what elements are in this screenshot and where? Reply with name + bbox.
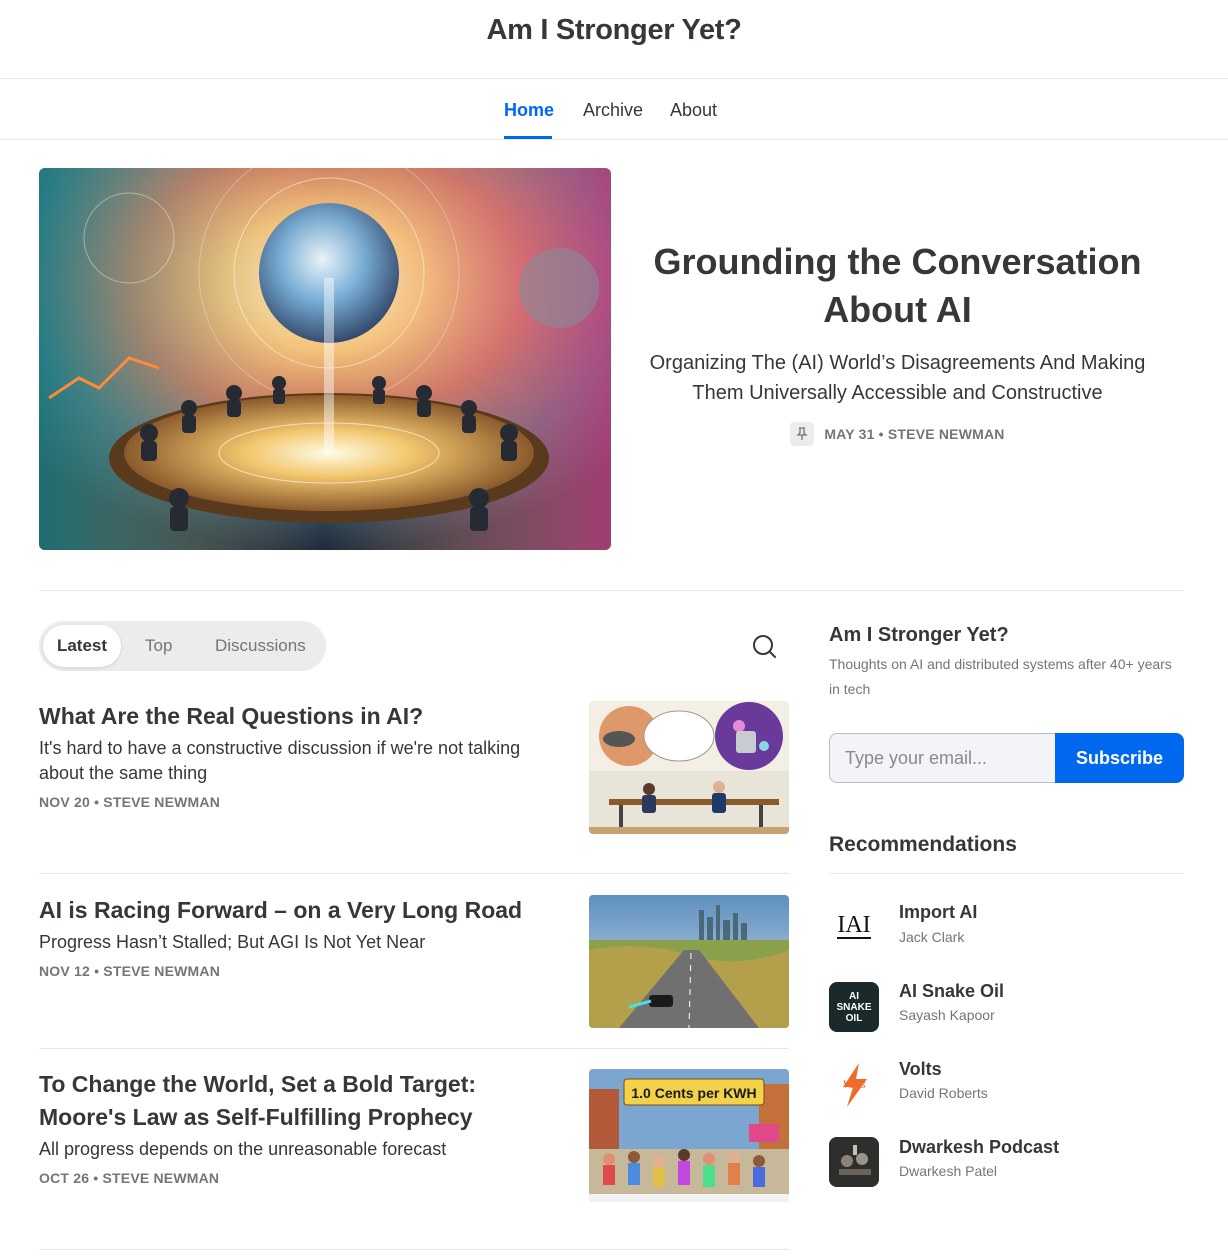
post-subtitle: All progress depends on the unreasonable… <box>39 1139 447 1159</box>
import-ai-logo: IAI <box>829 901 879 951</box>
featured-post-meta: MAY 31 • STEVE NEWMAN <box>640 422 1155 446</box>
nav-active-indicator <box>504 136 552 139</box>
sidebar-description: Thoughts on AI and distributed systems a… <box>829 656 1172 697</box>
section-divider <box>39 590 1184 591</box>
sidebar: Am I Stronger Yet? Thoughts on AI and di… <box>829 620 1184 1187</box>
ai-snake-oil-logo: AI SNAKE OIL <box>829 982 879 1032</box>
post-divider <box>39 873 789 874</box>
post-divider <box>39 1048 789 1049</box>
post-subtitle: Progress Hasn’t Stalled; But AGI Is Not … <box>39 932 426 952</box>
post-thumbnail[interactable] <box>589 895 789 1028</box>
ai-snake-oil-logo-text: AI SNAKE OIL <box>836 990 872 1024</box>
post-divider <box>39 1249 789 1250</box>
recommendation-author: Sayash Kapoor <box>899 1007 995 1023</box>
post-thumbnail[interactable] <box>589 701 789 834</box>
tab-latest[interactable]: Latest <box>43 625 121 667</box>
post-author[interactable]: STEVE NEWMAN <box>103 963 220 979</box>
recommendations-divider <box>829 873 1184 874</box>
recommendation-name[interactable]: Import AI <box>899 901 977 923</box>
pin-icon <box>790 422 815 446</box>
recommendation-item[interactable]: IAI Import AI Jack Clark <box>829 901 1184 951</box>
recommendation-author: Jack Clark <box>899 929 965 945</box>
email-field[interactable] <box>829 733 1057 783</box>
recommendations-title: Recommendations <box>829 833 1017 856</box>
post-item[interactable]: What Are the Real Questions in AI? It's … <box>39 700 789 834</box>
recommendation-author: Dwarkesh Patel <box>899 1163 998 1179</box>
recommendation-item[interactable]: AI SNAKE OIL AI Snake Oil Sayash Kapoor <box>829 980 1184 1032</box>
nav-home[interactable]: Home <box>504 100 554 121</box>
search-icon[interactable] <box>749 631 779 661</box>
dwarkesh-podcast-logo <box>829 1137 879 1187</box>
nav-about[interactable]: About <box>670 100 717 121</box>
volts-logo-text: Volts <box>842 1076 866 1091</box>
featured-post-subtitle: Organizing The (AI) World’s Disagreement… <box>649 352 1146 404</box>
post-author[interactable]: STEVE NEWMAN <box>103 794 220 810</box>
sidebar-title: Am I Stronger Yet? <box>829 624 1009 646</box>
recommendation-name[interactable]: AI Snake Oil <box>899 980 1004 1002</box>
post-title[interactable]: What Are the Real Questions in AI? <box>39 700 554 733</box>
featured-post-image[interactable] <box>39 168 611 550</box>
post-author[interactable]: STEVE NEWMAN <box>103 1170 220 1186</box>
recommendation-name[interactable]: Volts <box>899 1058 942 1080</box>
post-thumbnail[interactable]: 1.0 Cents per KWH <box>589 1069 789 1202</box>
nav-archive[interactable]: Archive <box>583 100 643 121</box>
recommendation-name[interactable]: Dwarkesh Podcast <box>899 1136 1059 1158</box>
post-subtitle: It's hard to have a constructive discuss… <box>39 738 521 783</box>
post-item[interactable]: To Change the World, Set a Bold Target: … <box>39 1068 789 1202</box>
featured-post: Grounding the Conversation About AI Orga… <box>640 238 1155 446</box>
recommendation-item[interactable]: Dwarkesh Podcast Dwarkesh Patel <box>829 1137 1184 1187</box>
post-date: NOV 20 <box>39 794 90 810</box>
featured-post-date: MAY 31 <box>824 426 875 442</box>
post-date: NOV 12 <box>39 963 90 979</box>
subscribe-form: Subscribe <box>829 733 1184 783</box>
featured-post-title[interactable]: Grounding the Conversation About AI <box>640 238 1155 334</box>
post-filter-tabs: Latest Top Discussions <box>39 621 326 671</box>
main-nav: Home Archive About <box>0 79 1228 140</box>
post-item[interactable]: AI is Racing Forward – on a Very Long Ro… <box>39 894 789 1028</box>
subscribe-button[interactable]: Subscribe <box>1055 733 1184 783</box>
recommendation-item[interactable]: Volts Volts David Roberts <box>829 1059 1184 1109</box>
site-header: Am I Stronger Yet? <box>0 0 1228 79</box>
thumbnail-banner-text: 1.0 Cents per KWH <box>631 1085 756 1101</box>
site-title[interactable]: Am I Stronger Yet? <box>0 14 1228 47</box>
recommendation-author: David Roberts <box>899 1085 988 1101</box>
tab-top[interactable]: Top <box>145 625 172 667</box>
post-title[interactable]: AI is Racing Forward – on a Very Long Ro… <box>39 894 554 927</box>
post-date: OCT 26 <box>39 1170 90 1186</box>
tab-discussions[interactable]: Discussions <box>215 625 306 667</box>
import-ai-logo-text: IAI <box>837 912 871 939</box>
featured-post-author[interactable]: STEVE NEWMAN <box>888 426 1005 442</box>
post-title[interactable]: To Change the World, Set a Bold Target: … <box>39 1068 554 1134</box>
volts-logo: Volts <box>829 1059 879 1109</box>
